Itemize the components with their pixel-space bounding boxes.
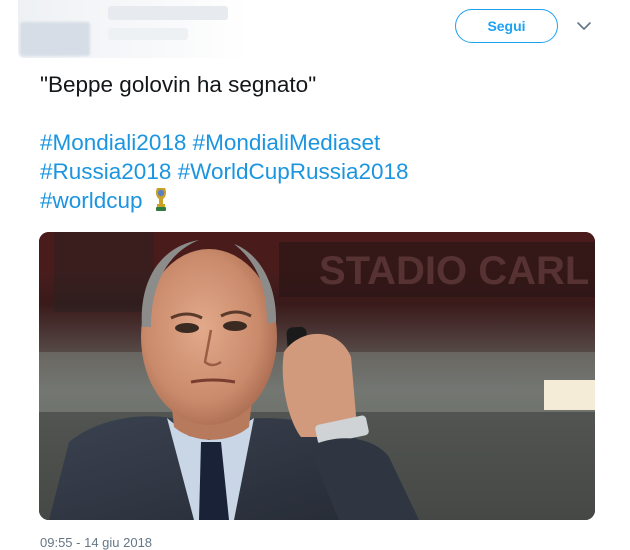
hashtag-worldcup[interactable]: #worldcup [40,188,143,213]
follow-button[interactable]: Segui [455,9,558,43]
blurred-username [108,28,188,40]
tweet-timestamp[interactable]: 09:55 - 14 giu 2018 [40,535,152,550]
hashtag-mondiali2018[interactable]: #Mondiali2018 [40,130,186,155]
blurred-display-name [108,6,228,20]
stadium-sign: STADIO CARL [319,249,589,293]
hashtag-worldcuprussia2018[interactable]: #WorldCupRussia2018 [178,159,409,184]
chevron-down-icon[interactable] [576,18,592,34]
tweet-photo[interactable]: STADIO CARL [39,232,595,520]
hashtag-russia2018[interactable]: #Russia2018 [40,159,171,184]
world-cup-trophy-icon [153,186,169,219]
avatar [20,22,90,56]
blurred-user-header [18,0,248,58]
tweet-text: "Beppe golovin ha segnato" #Mondiali2018… [40,70,600,219]
tweet-quote: "Beppe golovin ha segnato" [40,72,317,97]
hashtag-mondialimediaset[interactable]: #MondialiMediaset [193,130,381,155]
